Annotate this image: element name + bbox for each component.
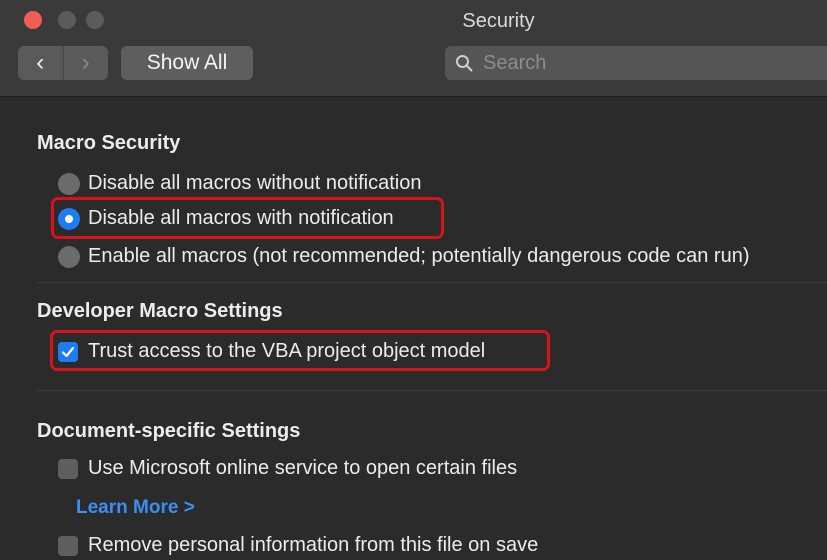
trust-vba-access-option[interactable]: Trust access to the VBA project object m… <box>58 340 485 363</box>
radio-label: Disable all macros with notification <box>88 207 394 229</box>
checkbox[interactable] <box>58 458 78 479</box>
search-field[interactable] <box>445 46 827 80</box>
radio-label: Disable all macros without notification <box>88 172 422 194</box>
radio-option-enable-all[interactable]: Enable all macros (not recommended; pote… <box>58 245 749 268</box>
forward-button[interactable]: › <box>62 46 109 80</box>
learn-more-link[interactable]: Learn More > <box>76 497 195 519</box>
checkbox-label: Trust access to the VBA project object m… <box>88 340 486 362</box>
document-specific-settings-heading: Document-specific Settings <box>37 420 301 442</box>
radio-button[interactable] <box>58 245 80 268</box>
developer-macro-settings-heading: Developer Macro Settings <box>37 300 283 322</box>
checkbox[interactable] <box>58 535 78 556</box>
checkbox-label: Remove personal information from this fi… <box>88 534 539 556</box>
title-bar: Security ‹ › Show All <box>0 0 827 97</box>
chevron-right-icon: › <box>81 49 90 76</box>
search-input[interactable] <box>481 50 785 76</box>
section-divider <box>37 390 827 391</box>
show-all-button[interactable]: Show All <box>121 46 253 80</box>
window-title: Security <box>462 10 535 32</box>
section-divider <box>37 282 827 283</box>
back-button[interactable]: ‹ <box>18 46 63 80</box>
checkmark-icon <box>61 346 75 357</box>
remove-personal-info-option[interactable]: Remove personal information from this fi… <box>58 534 538 557</box>
navigation-group: ‹ › <box>18 46 108 80</box>
radio-label: Enable all macros (not recommended; pote… <box>88 245 750 267</box>
radio-button[interactable] <box>58 172 80 195</box>
radio-option-disable-no-notification[interactable]: Disable all macros without notification <box>58 172 422 195</box>
radio-option-disable-with-notification[interactable]: Disable all macros with notification <box>58 207 394 230</box>
search-icon <box>456 55 473 72</box>
checkbox-label: Use Microsoft online service to open cer… <box>88 457 518 479</box>
chevron-left-icon: ‹ <box>36 49 45 76</box>
macro-security-heading: Macro Security <box>37 132 181 154</box>
radio-button-selected[interactable] <box>58 207 80 230</box>
online-service-option[interactable]: Use Microsoft online service to open cer… <box>58 457 517 480</box>
checkbox-checked[interactable] <box>58 341 78 362</box>
